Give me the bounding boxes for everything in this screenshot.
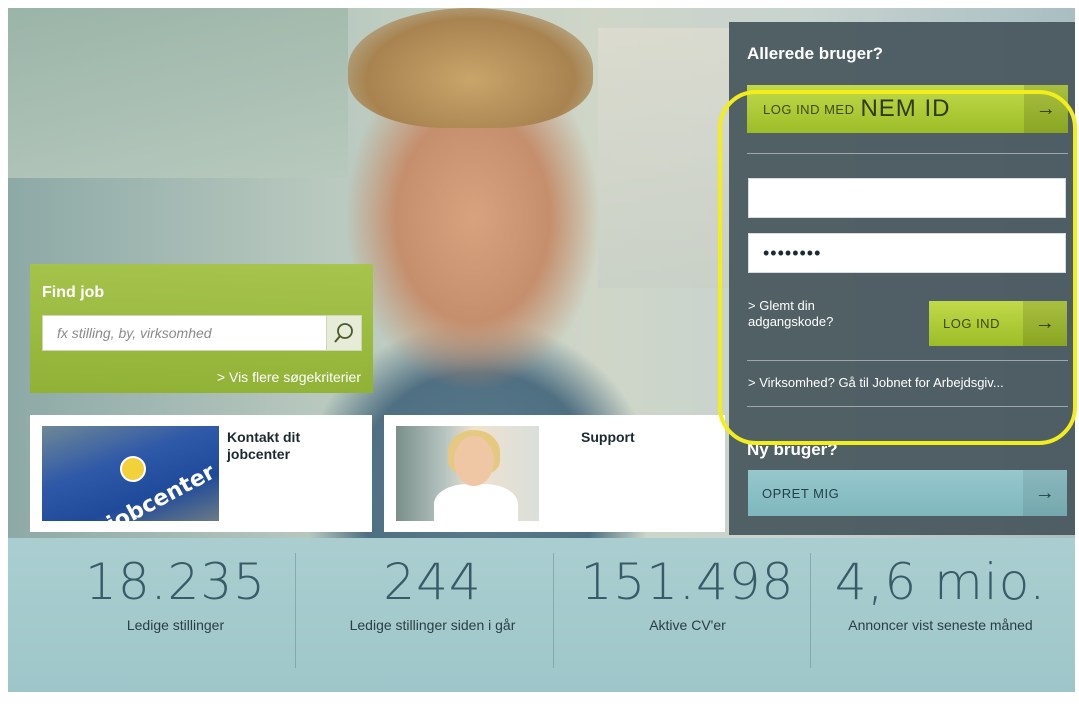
search-input[interactable]: fx stilling, by, virksomhed bbox=[42, 315, 327, 351]
arrow-right-icon: → bbox=[1023, 301, 1067, 346]
stat-value: 18.235 bbox=[85, 553, 266, 611]
search-icon bbox=[334, 323, 353, 343]
find-job-box: Find job fx stilling, by, virksomhed > V… bbox=[30, 264, 373, 393]
hero-background-window bbox=[598, 28, 733, 288]
stat-ads-shown: 4,6 mio. Annoncer vist seneste måned bbox=[813, 553, 1068, 633]
stat-label: Annoncer vist seneste måned bbox=[848, 617, 1033, 633]
stat-label: Aktive CV'er bbox=[649, 617, 726, 633]
new-user-title: Ny bruger? bbox=[747, 440, 838, 459]
stat-new-positions: 244 Ledige stillinger siden i går bbox=[305, 553, 560, 633]
divider bbox=[747, 406, 1068, 407]
create-account-button[interactable]: OPRET MIG → bbox=[748, 470, 1067, 516]
support-agent-image bbox=[396, 426, 539, 521]
tile-title: Kontakt dit jobcenter bbox=[227, 429, 301, 462]
hero-background-shelf bbox=[8, 8, 348, 178]
jobcenter-mat-image: jobcenter bbox=[42, 426, 219, 521]
support-agent-face bbox=[454, 436, 494, 486]
stat-value: 4,6 mio. bbox=[834, 553, 1047, 611]
jobcenter-logo-icon bbox=[120, 456, 146, 482]
login-title: Allerede bruger? bbox=[747, 44, 884, 63]
stat-divider bbox=[810, 553, 811, 668]
login-button-label: LOG IND bbox=[943, 316, 1000, 331]
search-button[interactable] bbox=[326, 315, 362, 351]
more-criteria-link[interactable]: > Vis flere søgekriterier bbox=[217, 369, 361, 385]
stats-bar: 18.235 Ledige stillinger 244 Ledige stil… bbox=[48, 553, 1068, 678]
contact-jobcenter-tile[interactable]: jobcenter Kontakt dit jobcenter bbox=[30, 415, 372, 532]
stat-active-cvs: 151.498 Aktive CV'er bbox=[560, 553, 815, 633]
hero-person bbox=[348, 8, 593, 128]
jobnet-home: Allerede bruger? LOG IND MED NEM ID → ••… bbox=[8, 8, 1075, 692]
nemid-login-button[interactable]: LOG IND MED NEM ID → bbox=[747, 85, 1068, 133]
tile-title: Support bbox=[581, 429, 635, 445]
password-field[interactable]: •••••••• bbox=[748, 233, 1066, 273]
business-link[interactable]: > Virksomhed? Gå til Jobnet for Arbejdsg… bbox=[748, 375, 1004, 390]
login-button[interactable]: LOG IND → bbox=[929, 301, 1067, 346]
forgot-password-link[interactable]: > Glemt din adgangskode? bbox=[748, 298, 898, 330]
stat-value: 151.498 bbox=[580, 553, 795, 611]
arrow-right-icon: → bbox=[1023, 470, 1067, 516]
support-agent-shirt bbox=[434, 484, 518, 521]
divider bbox=[747, 360, 1068, 361]
create-account-label: OPRET MIG bbox=[762, 485, 840, 501]
nemid-logo: NEM ID bbox=[860, 95, 951, 122]
login-panel: Allerede bruger? LOG IND MED NEM ID → ••… bbox=[729, 22, 1075, 535]
stat-label: Ledige stillinger bbox=[126, 617, 225, 633]
stat-divider bbox=[295, 553, 296, 668]
arrow-right-icon: → bbox=[1024, 85, 1068, 133]
stat-value: 244 bbox=[383, 553, 482, 611]
stat-open-positions: 18.235 Ledige stillinger bbox=[48, 553, 303, 633]
divider bbox=[747, 153, 1068, 154]
username-field[interactable] bbox=[748, 178, 1066, 218]
support-tile[interactable]: Support bbox=[384, 415, 725, 532]
stat-label: Ledige stillinger siden i går bbox=[349, 617, 516, 633]
stat-divider bbox=[553, 553, 554, 668]
find-job-title: Find job bbox=[42, 284, 105, 301]
nemid-label: LOG IND MED bbox=[763, 101, 855, 117]
